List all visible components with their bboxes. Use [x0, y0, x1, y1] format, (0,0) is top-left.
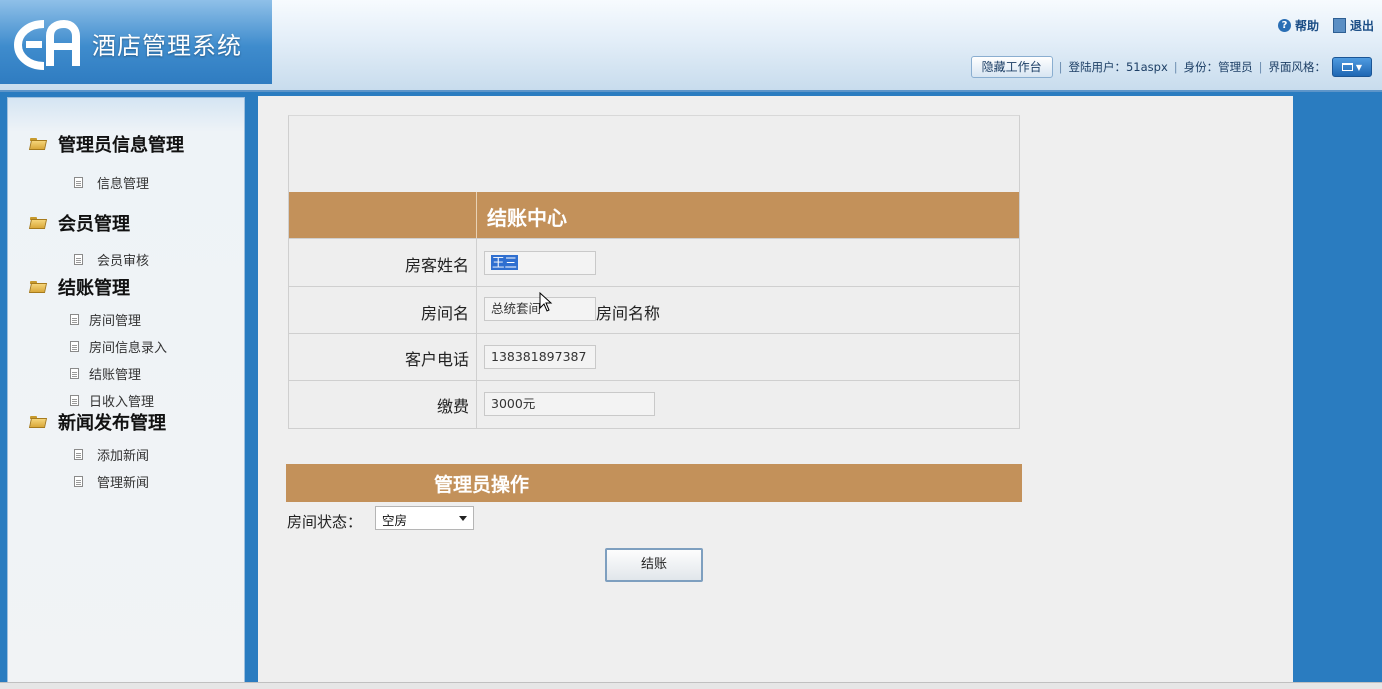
folder-icon — [30, 416, 46, 428]
guest-name-label: 房客姓名 — [404, 256, 469, 275]
user-role: 身份：管理员 — [1183, 60, 1253, 74]
sidebar-group-news: 新闻发布管理 添加新闻 管理新闻 — [8, 409, 244, 491]
logo-area: 酒店管理系统 — [0, 0, 272, 84]
sidebar: 管理员信息管理 信息管理 会员管理 会员审核 结账管理 房间管理 房间信息录入 — [7, 97, 245, 688]
sidebar-item-label: 会员审核 — [97, 254, 150, 269]
sidebar-group-checkout: 结账管理 房间管理 房间信息录入 结账管理 日收入管理 — [8, 274, 244, 410]
sidebar-item-manage-news[interactable]: 管理新闻 — [8, 472, 244, 491]
payment-label: 缴费 — [436, 397, 469, 416]
status-bar: 隐藏工作台 | 登陆用户：51aspx | 身份：管理员 | 界面风格： ▼ — [970, 56, 1372, 78]
sidebar-group-header[interactable]: 管理员信息管理 — [8, 131, 244, 157]
form-row-payment: 缴费 3000元 — [289, 380, 1019, 429]
sidebar-group-admin-info: 管理员信息管理 信息管理 — [8, 131, 244, 192]
sidebar-item-checkout-manage[interactable]: 结账管理 — [8, 364, 244, 383]
main-content: 结账中心 房客姓名 王三 房间名 总统套间 房间名称 客户电话 13838189… — [258, 96, 1293, 688]
skin-select-button[interactable]: ▼ — [1332, 57, 1372, 77]
form-row-room-name: 房间名 总统套间 房间名称 — [289, 286, 1019, 334]
sidebar-group-title: 管理员信息管理 — [58, 135, 184, 156]
form-row-guest-name: 房客姓名 王三 — [289, 238, 1019, 287]
logout-link[interactable]: 退出 — [1332, 17, 1374, 34]
admin-ops-header: 管理员操作 — [286, 464, 1022, 502]
form-row-phone: 客户电话 138381897387 — [289, 333, 1019, 381]
dropdown-caret-icon — [459, 516, 467, 521]
sidebar-item-label: 信息管理 — [97, 177, 150, 192]
phone-label: 客户电话 — [404, 350, 469, 369]
page-icon — [70, 395, 79, 406]
help-label: 帮助 — [1294, 19, 1319, 33]
page-icon — [74, 449, 83, 460]
room-name-hint: 房间名称 — [596, 304, 661, 323]
page-icon — [70, 314, 79, 325]
page-icon — [70, 368, 79, 379]
header-divider — [476, 192, 477, 238]
checkout-button[interactable]: 结账 — [605, 548, 703, 582]
folder-icon — [30, 217, 46, 229]
checkout-title: 结账中心 — [487, 206, 567, 230]
sidebar-group-header[interactable]: 会员管理 — [8, 210, 244, 236]
room-status-label: 房间状态： — [287, 513, 363, 531]
page-icon — [74, 177, 83, 188]
sidebar-item-room-manage[interactable]: 房间管理 — [8, 310, 244, 329]
page-icon — [74, 476, 83, 487]
sidebar-item-info-manage[interactable]: 信息管理 — [8, 173, 244, 192]
row-divider — [476, 239, 477, 287]
page-icon — [74, 254, 83, 265]
folder-icon — [30, 281, 46, 293]
checkout-form: 结账中心 房客姓名 王三 房间名 总统套间 房间名称 客户电话 13838189… — [288, 115, 1020, 429]
guest-name-input[interactable]: 王三 — [484, 251, 596, 275]
hide-workbench-button[interactable]: 隐藏工作台 — [970, 56, 1053, 78]
sidebar-item-label: 房间信息录入 — [89, 341, 168, 356]
checkout-form-header: 结账中心 — [289, 192, 1019, 238]
app-title: 酒店管理系统 — [92, 32, 242, 60]
sidebar-item-add-news[interactable]: 添加新闻 — [8, 445, 244, 464]
payment-input[interactable]: 3000元 — [484, 392, 655, 416]
sidebar-group-header[interactable]: 结账管理 — [8, 274, 244, 300]
sidebar-item-daily-income[interactable]: 日收入管理 — [8, 391, 244, 410]
separator: | — [1058, 60, 1063, 74]
right-margin — [1293, 96, 1382, 688]
room-name-label: 房间名 — [420, 304, 469, 323]
top-links: ? 帮助 退出 — [1277, 17, 1374, 34]
help-icon: ? — [1277, 19, 1291, 32]
logout-icon — [1332, 18, 1346, 33]
sidebar-group-title: 新闻发布管理 — [58, 413, 166, 434]
logout-label: 退出 — [1349, 19, 1374, 33]
page-icon — [70, 341, 79, 352]
sidebar-item-label: 房间管理 — [89, 314, 142, 329]
chevron-down-icon: ▼ — [1355, 62, 1363, 72]
skin-icon — [1341, 63, 1353, 71]
room-status-select[interactable]: 空房 — [375, 506, 474, 530]
login-user: 登陆用户：51aspx — [1068, 60, 1168, 74]
logo-icon — [14, 19, 80, 70]
sidebar-item-label: 日收入管理 — [89, 395, 155, 410]
room-status-value: 空房 — [382, 513, 408, 528]
separator: | — [1173, 60, 1178, 74]
separator: | — [1258, 60, 1263, 74]
skin-label: 界面风格： — [1268, 60, 1327, 74]
row-divider — [476, 381, 477, 429]
sidebar-item-label: 管理新闻 — [97, 476, 150, 491]
folder-icon — [30, 138, 46, 150]
guest-name-value: 王三 — [491, 255, 519, 270]
help-link[interactable]: ? 帮助 — [1277, 17, 1319, 34]
sidebar-group-title: 结账管理 — [58, 278, 130, 299]
sidebar-item-label: 结账管理 — [89, 368, 142, 383]
row-divider — [476, 334, 477, 381]
sidebar-item-member-review[interactable]: 会员审核 — [8, 250, 244, 269]
admin-ops-title: 管理员操作 — [434, 474, 530, 496]
header: 酒店管理系统 ? 帮助 退出 隐藏工作台 | 登陆用户：51aspx | 身份：… — [0, 0, 1382, 92]
row-divider — [476, 287, 477, 334]
mouse-cursor-icon — [539, 292, 553, 312]
phone-input[interactable]: 138381897387 — [484, 345, 596, 369]
sidebar-item-room-entry[interactable]: 房间信息录入 — [8, 337, 244, 356]
sidebar-item-label: 添加新闻 — [97, 449, 150, 464]
sidebar-group-title: 会员管理 — [58, 214, 130, 235]
sidebar-group-header[interactable]: 新闻发布管理 — [8, 409, 244, 435]
sidebar-group-member: 会员管理 会员审核 — [8, 210, 244, 269]
